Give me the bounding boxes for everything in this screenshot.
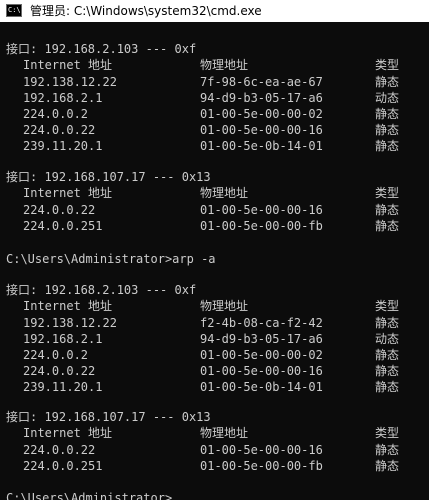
table-header-row: Internet 地址 物理地址 类型	[6, 299, 399, 314]
entry-type: 静态	[375, 443, 400, 457]
mac-address: 01-00-5e-00-00-16	[200, 364, 323, 378]
entry-type: 静态	[375, 75, 400, 89]
ip-address: 224.0.0.22	[23, 443, 96, 457]
entry-type: 静态	[375, 316, 400, 330]
ip-address: 192.138.12.22	[23, 316, 117, 330]
interface-header: 接口: 192.168.107.17 --- 0x13	[6, 170, 211, 184]
ip-address: 224.0.0.22	[23, 123, 96, 137]
mac-address: 01-00-5e-0b-14-01	[200, 380, 323, 394]
arp-entry-row: 224.0.0.22 01-00-5e-00-00-16 静态	[6, 443, 399, 458]
command-prompt-line: C:\Users\Administrator>arp -a	[6, 252, 216, 266]
entry-type: 静态	[375, 139, 400, 153]
mac-address: 94-d9-b3-05-17-a6	[200, 332, 323, 346]
mac-address: 94-d9-b3-05-17-a6	[200, 91, 323, 105]
column-header-ip: Internet 地址	[23, 426, 113, 440]
command-prompt-line: C:\Users\Administrator>	[6, 491, 173, 500]
arp-entry-row: 192.138.12.22 7f-98-6c-ea-ae-67 静态	[6, 75, 399, 90]
mac-address: 01-00-5e-00-00-fb	[200, 459, 323, 473]
ip-address: 192.168.2.1	[23, 332, 103, 346]
arp-entry-row: 224.0.0.22 01-00-5e-00-00-16 静态	[6, 203, 399, 218]
arp-entry-row: 239.11.20.1 01-00-5e-0b-14-01 静态	[6, 380, 399, 395]
ip-address: 239.11.20.1	[23, 380, 103, 394]
mac-address: 01-00-5e-0b-14-01	[200, 139, 323, 153]
column-header-type: 类型	[375, 186, 400, 200]
mac-address: 01-00-5e-00-00-fb	[200, 219, 323, 233]
arp-entry-row: 192.138.12.22 f2-4b-08-ca-f2-42 静态	[6, 316, 399, 331]
mac-address: 01-00-5e-00-00-16	[200, 443, 323, 457]
interface-header: 接口: 192.168.2.103 --- 0xf	[6, 283, 197, 297]
column-header-mac: 物理地址	[200, 58, 249, 72]
entry-type: 静态	[375, 203, 400, 217]
column-header-type: 类型	[375, 426, 400, 440]
arp-entry-row: 224.0.0.22 01-00-5e-00-00-16 静态	[6, 123, 399, 138]
window-title: 管理员: C:\Windows\system32\cmd.exe	[30, 4, 262, 18]
ip-address: 224.0.0.2	[23, 348, 89, 362]
mac-address: 01-00-5e-00-00-02	[200, 348, 323, 362]
ip-address: 224.0.0.22	[23, 364, 96, 378]
cmd-window: C:\ 管理员: C:\Windows\system32\cmd.exe 接口:…	[0, 0, 429, 500]
column-header-ip: Internet 地址	[23, 186, 113, 200]
mac-address: 01-00-5e-00-00-02	[200, 107, 323, 121]
ip-address: 224.0.0.251	[23, 219, 103, 233]
console-output[interactable]: 接口: 192.168.2.103 --- 0xf Internet 地址 物理…	[0, 22, 429, 500]
column-header-mac: 物理地址	[200, 426, 249, 440]
table-header-row: Internet 地址 物理地址 类型	[6, 58, 399, 73]
arp-entry-row: 224.0.0.22 01-00-5e-00-00-16 静态	[6, 364, 399, 379]
ip-address: 192.168.2.1	[23, 91, 103, 105]
entry-type: 静态	[375, 123, 400, 137]
title-bar[interactable]: C:\ 管理员: C:\Windows\system32\cmd.exe	[0, 0, 429, 22]
interface-header: 接口: 192.168.107.17 --- 0x13	[6, 410, 211, 424]
column-header-ip: Internet 地址	[23, 299, 113, 313]
entry-type: 静态	[375, 107, 400, 121]
arp-entry-row: 224.0.0.251 01-00-5e-00-00-fb 静态	[6, 219, 399, 234]
entry-type: 动态	[375, 332, 400, 346]
ip-address: 224.0.0.251	[23, 459, 103, 473]
entry-type: 静态	[375, 219, 400, 233]
entry-type: 静态	[375, 459, 400, 473]
mac-address: 01-00-5e-00-00-16	[200, 123, 323, 137]
arp-entry-row: 224.0.0.251 01-00-5e-00-00-fb 静态	[6, 459, 399, 474]
mac-address: 01-00-5e-00-00-16	[200, 203, 323, 217]
column-header-mac: 物理地址	[200, 186, 249, 200]
arp-entry-row: 192.168.2.1 94-d9-b3-05-17-a6 动态	[6, 91, 399, 106]
arp-entry-row: 192.168.2.1 94-d9-b3-05-17-a6 动态	[6, 332, 399, 347]
arp-entry-row: 224.0.0.2 01-00-5e-00-00-02 静态	[6, 107, 399, 122]
entry-type: 静态	[375, 348, 400, 362]
ip-address: 224.0.0.2	[23, 107, 89, 121]
column-header-type: 类型	[375, 58, 400, 72]
arp-entry-row: 239.11.20.1 01-00-5e-0b-14-01 静态	[6, 139, 399, 154]
interface-header: 接口: 192.168.2.103 --- 0xf	[6, 42, 197, 56]
mac-address: f2-4b-08-ca-f2-42	[200, 316, 323, 330]
column-header-mac: 物理地址	[200, 299, 249, 313]
mac-address: 7f-98-6c-ea-ae-67	[200, 75, 323, 89]
cmd-icon: C:\	[6, 4, 22, 17]
column-header-ip: Internet 地址	[23, 58, 113, 72]
entry-type: 静态	[375, 380, 400, 394]
entry-type: 动态	[375, 91, 400, 105]
entry-type: 静态	[375, 364, 400, 378]
table-header-row: Internet 地址 物理地址 类型	[6, 426, 399, 441]
table-header-row: Internet 地址 物理地址 类型	[6, 186, 399, 201]
ip-address: 192.138.12.22	[23, 75, 117, 89]
ip-address: 239.11.20.1	[23, 139, 103, 153]
arp-entry-row: 224.0.0.2 01-00-5e-00-00-02 静态	[6, 348, 399, 363]
ip-address: 224.0.0.22	[23, 203, 96, 217]
column-header-type: 类型	[375, 299, 400, 313]
